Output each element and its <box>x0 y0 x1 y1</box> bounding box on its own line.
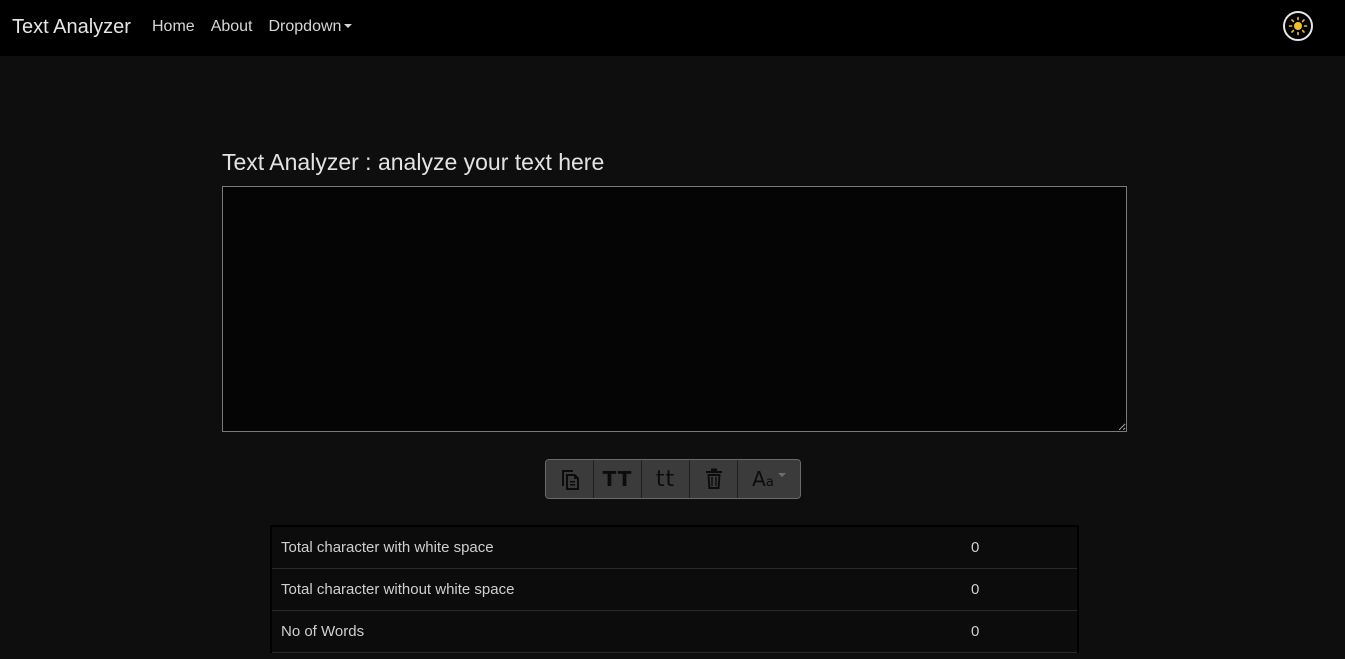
sun-icon <box>1288 16 1308 36</box>
caret-down-icon <box>777 473 786 477</box>
font-case-dropdown-icon: Aa <box>752 467 774 491</box>
brand-logo-text[interactable]: Text Analyzer <box>12 14 131 40</box>
stat-value: 0 <box>971 539 980 556</box>
stats-table: Total character with white space 0 Total… <box>270 525 1079 653</box>
copy-icon <box>561 470 579 490</box>
clear-button[interactable] <box>690 460 738 498</box>
text-input-area[interactable] <box>222 186 1127 432</box>
stat-label: Total character with white space <box>281 539 494 556</box>
trash-icon <box>705 468 722 489</box>
toolbar: TT tt Aa <box>545 459 801 499</box>
page-title: Text Analyzer : analyze your text here <box>222 149 605 175</box>
nav-dropdown[interactable]: Dropdown <box>269 17 353 37</box>
font-case-dropdown-button[interactable]: Aa <box>738 460 800 498</box>
table-row: Total character without white space 0 <box>272 569 1077 611</box>
nav-link-about[interactable]: About <box>211 17 253 37</box>
uppercase-icon: TT <box>602 467 633 491</box>
lowercase-button[interactable]: tt <box>642 460 690 498</box>
font-case-large-letter: A <box>752 467 766 491</box>
table-row: Total character with white space 0 <box>272 527 1077 569</box>
uppercase-button[interactable]: TT <box>594 460 642 498</box>
font-case-small-letter: a <box>765 475 774 490</box>
stat-value: 0 <box>971 581 980 598</box>
caret-down-icon <box>344 24 353 28</box>
nav-link-home[interactable]: Home <box>152 17 195 37</box>
stat-value: 0 <box>971 623 980 640</box>
nav-dropdown-label: Dropdown <box>268 18 342 35</box>
stat-label: Total character without white space <box>281 581 515 598</box>
navbar: Text Analyzer Home About Dropdown <box>0 0 1345 56</box>
copy-button[interactable] <box>546 460 594 498</box>
stat-label: No of Words <box>281 623 365 640</box>
theme-toggle-button[interactable] <box>1283 11 1313 41</box>
table-row: No of Words 0 <box>272 611 1077 653</box>
nav-links: Home About Dropdown <box>152 17 368 37</box>
lowercase-icon: tt <box>655 466 676 492</box>
